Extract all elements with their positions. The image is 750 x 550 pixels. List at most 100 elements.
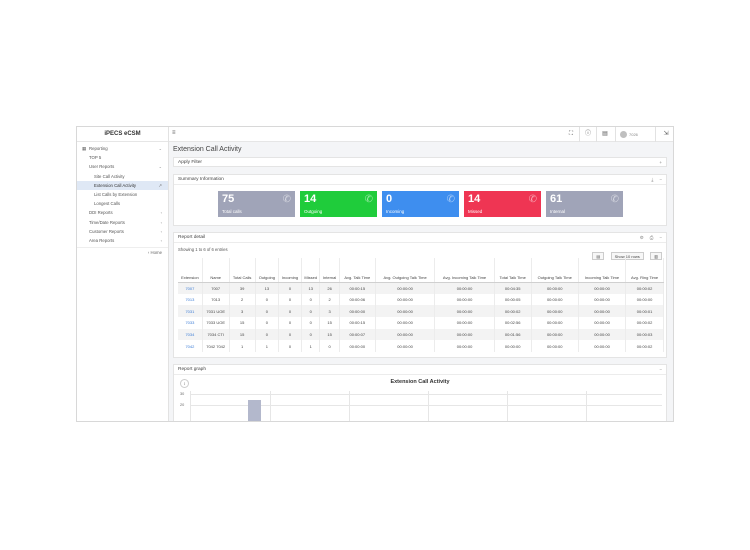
extension-link[interactable]: 7034 xyxy=(178,328,203,341)
sidebar-item-extension-call-activity[interactable]: Extension Call Activity ↗ xyxy=(77,180,168,190)
table-row[interactable]: 7007 7007 39 13 0 13 26 00:00:15 00:00:00 00:00:0… xyxy=(178,282,664,294)
sidebar-item-list-calls-by-extension[interactable]: List Calls by Extension xyxy=(77,190,168,199)
graph-title: Report graph xyxy=(178,367,206,372)
home-link[interactable]: ‹ Home xyxy=(77,247,168,257)
phone-transfer-icon: ✆ xyxy=(282,194,291,205)
card-label: Incoming xyxy=(386,209,405,214)
collapse-icon[interactable]: − xyxy=(659,235,662,240)
card-value: 14 xyxy=(468,193,481,205)
table-row[interactable]: 7042 7042 7042 1 1 0 1 0 00:00:00 00:00:00 00:00:… xyxy=(178,340,664,353)
table-row[interactable]: 7013 7013 2 0 0 0 2 00:00:06 00:00:00 00:00:00 00:… xyxy=(178,293,664,306)
table-cell: 00:00:03 xyxy=(625,328,664,341)
column-header[interactable]: Avg. Ring Time xyxy=(625,258,664,283)
sidebar-item-time-date-reports[interactable]: Time/Date Reports ‹ xyxy=(77,218,168,227)
table-cell: 1 xyxy=(229,340,256,353)
topbar-divider xyxy=(579,127,580,142)
summary-card-incoming[interactable]: 0 Incoming ✆ xyxy=(382,191,459,217)
document-icon[interactable]: ▤ xyxy=(599,129,611,140)
info-icon[interactable]: ⓘ xyxy=(582,129,594,140)
chart-bar[interactable] xyxy=(248,400,261,421)
column-header[interactable]: Missed xyxy=(301,258,321,283)
column-header[interactable]: Total Calls xyxy=(229,258,256,283)
table-cell: 00:00:00 xyxy=(531,340,579,353)
column-header[interactable]: Avg. Incoming Talk Time xyxy=(434,258,495,283)
column-header[interactable]: Name xyxy=(202,258,230,283)
sidebar-item-site-call-activity[interactable]: Site Call Activity xyxy=(77,172,168,181)
fullscreen-icon[interactable]: ⛶ xyxy=(565,129,577,140)
collapse-icon[interactable]: − xyxy=(659,367,662,372)
sidebar-item-area-reports[interactable]: Area Reports ‹ xyxy=(77,236,168,245)
table-cell: 00:00:02 xyxy=(494,305,532,318)
expand-icon[interactable]: + xyxy=(659,158,662,168)
filter-panel[interactable]: Apply Filter + xyxy=(173,157,667,167)
column-header[interactable]: Outgoing Talk Time xyxy=(531,258,579,283)
summary-card-missed[interactable]: 14 Missed ✆ xyxy=(464,191,541,217)
extension-link[interactable]: 7007 xyxy=(178,282,203,294)
logout-icon[interactable]: ⇲ xyxy=(660,129,672,140)
summary-panel: Summary Information ⤓ − 75 Total calls ✆ 14 O… xyxy=(173,174,667,226)
table-cell: 0 xyxy=(278,317,303,329)
column-header[interactable]: Outgoing xyxy=(255,258,279,283)
table-cell: 00:00:06 xyxy=(339,293,376,306)
table-cell: 00:00:00 xyxy=(578,340,627,353)
table-cell: 00:00:02 xyxy=(625,340,664,353)
table-cell: 00:00:00 xyxy=(578,317,627,329)
filter-label: Apply Filter xyxy=(178,160,202,165)
table-cell: 7042 7042 xyxy=(202,340,230,353)
table-cell: 39 xyxy=(229,282,256,294)
download-icon[interactable]: ⤓ xyxy=(651,177,653,182)
table-cell: 00:00:15 xyxy=(339,282,376,294)
summary-card-internal[interactable]: 61 Internal ✆ xyxy=(546,191,623,217)
summary-card-total-calls[interactable]: 75 Total calls ✆ xyxy=(218,191,295,217)
extension-link[interactable]: 7042 xyxy=(178,340,203,353)
column-header[interactable]: Incoming Talk Time xyxy=(578,258,627,283)
table-cell: 00:00:00 xyxy=(494,340,532,353)
table-cell: 0 xyxy=(301,305,321,318)
table-cell: 00:00:00 xyxy=(375,305,436,318)
table-cell: 00:00:00 xyxy=(531,328,579,341)
user-name[interactable]: 7026 xyxy=(629,131,638,138)
extension-link[interactable]: 7033 xyxy=(178,317,203,329)
column-header[interactable]: Total Talk Time xyxy=(494,258,532,283)
sidebar-item-longest-calls[interactable]: Longest Calls xyxy=(77,199,168,208)
settings-icon[interactable]: ⚙ xyxy=(640,235,644,240)
extension-link[interactable]: 7013 xyxy=(178,293,203,306)
column-header[interactable]: Extension xyxy=(178,258,203,283)
table-cell: 3 xyxy=(319,305,340,318)
sidebar-item-user-reports[interactable]: User Reports ⌄ xyxy=(77,162,168,171)
collapse-icon[interactable]: − xyxy=(659,177,662,182)
table-cell: 0 xyxy=(278,328,303,341)
table-row[interactable]: 7034 7034 CTI 15 0 0 0 15 00:00:07 00:00:00 00:00… xyxy=(178,328,664,341)
card-value: 75 xyxy=(222,193,235,205)
table-row[interactable]: 7031 7031 UOE 3 0 0 0 3 00:00:00 00:00:00 00:00:0… xyxy=(178,305,664,318)
external-link-icon[interactable]: ↗ xyxy=(158,181,162,190)
table-cell: 00:00:00 xyxy=(578,293,627,306)
table-cell: 2 xyxy=(319,293,340,306)
table-cell: 00:00:00 xyxy=(434,317,495,329)
table-cell: 7034 CTI xyxy=(202,328,230,341)
summary-card-outgoing[interactable]: 14 Outgoing ✆ xyxy=(300,191,377,217)
grid-line xyxy=(190,391,191,421)
column-header[interactable]: Incoming xyxy=(278,258,303,283)
sidebar-item-reporting[interactable]: ▦ Reporting ⌄ xyxy=(77,144,168,153)
sidebar-item-top-5[interactable]: TOP 5 xyxy=(77,153,168,162)
grid-line xyxy=(428,391,429,421)
table-row[interactable]: 7033 7033 UOE 15 0 0 0 15 00:00:15 00:00:00 00:00… xyxy=(178,317,664,329)
y-tick: 20 xyxy=(180,403,185,407)
filter-header[interactable]: Apply Filter + xyxy=(174,158,666,168)
avatar[interactable] xyxy=(620,131,627,138)
extension-link[interactable]: 7031 xyxy=(178,305,203,318)
column-header[interactable]: Internal xyxy=(319,258,340,283)
table-cell: 0 xyxy=(278,293,303,306)
column-header[interactable]: Avg. Outgoing Talk Time xyxy=(375,258,436,283)
table-cell: 00:00:00 xyxy=(375,282,436,294)
chevron-down-icon: ⌄ xyxy=(158,146,162,151)
menu-icon[interactable]: ≡ xyxy=(172,130,176,136)
sidebar-item-customer-reports[interactable]: Customer Reports ‹ xyxy=(77,227,168,236)
table-cell: 15 xyxy=(229,317,256,329)
table-cell: 0 xyxy=(278,282,303,294)
table-cell: 00:00:00 xyxy=(531,305,579,318)
print-icon[interactable]: ⎙ xyxy=(650,235,654,240)
column-header[interactable]: Avg. Talk Time xyxy=(339,258,376,283)
sidebar-item-ddi-reports[interactable]: DDI Reports ‹ xyxy=(77,208,168,217)
